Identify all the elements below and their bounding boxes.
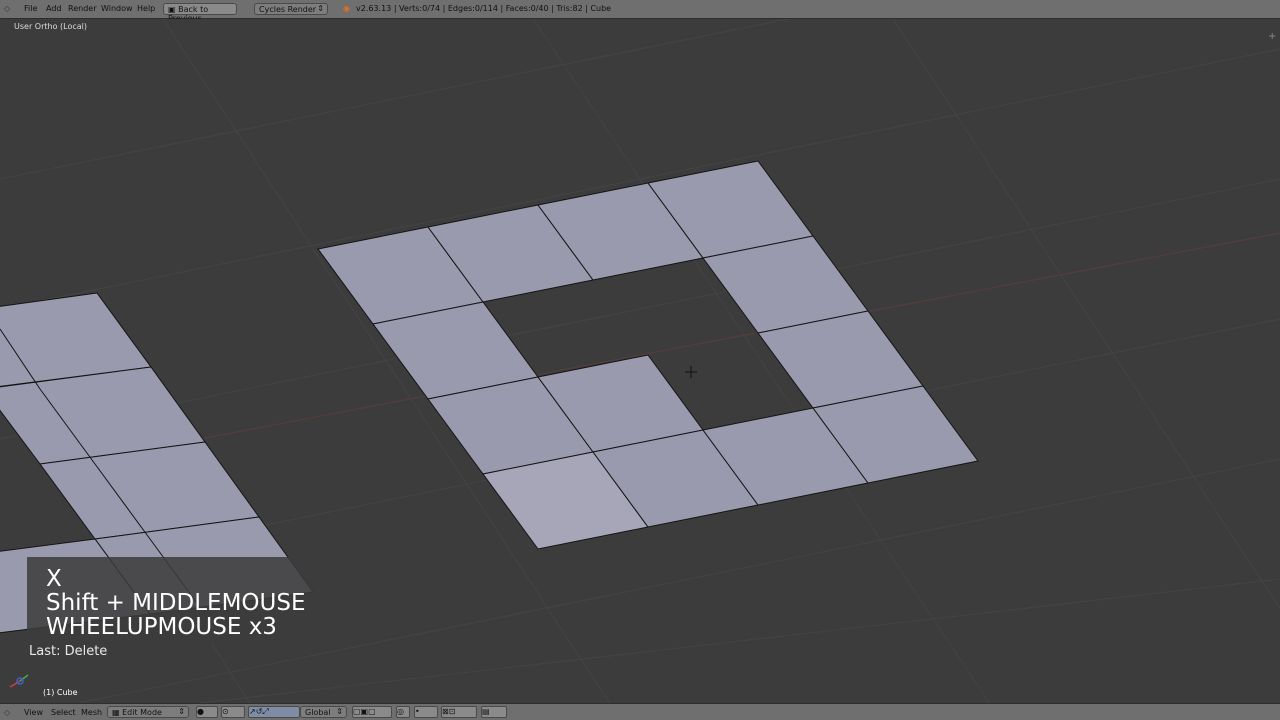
3d-viewport[interactable]: User Ortho (Local) + X Shift + MIDDLEMOU… (0, 19, 1280, 703)
viewport-header: ◇ View Select Mesh ▦ Edit Mode ⇕ ● ⊙ ↗↺⤢… (0, 703, 1280, 720)
region-toggle-icon[interactable]: + (1268, 31, 1276, 42)
key-item: Shift + MIDDLEMOUSE (46, 590, 306, 616)
mode-label: Edit Mode (122, 708, 162, 717)
menu-render[interactable]: Render (68, 4, 96, 13)
screen-icon: ▣ (168, 5, 176, 14)
pivot-point-dropdown[interactable]: ⊙ (221, 706, 245, 718)
camera-icon: ▤ (482, 707, 490, 716)
proportional-icon: ◎ (397, 707, 404, 716)
info-header: ◇ File Add Render Window Help ▣ Back to … (0, 0, 1280, 23)
view-name-label: User Ortho (Local) (14, 22, 87, 31)
snap-icon: ⊠⊡ (442, 707, 456, 716)
updown-arrow-icon: ⇕ (317, 4, 324, 13)
menu-help[interactable]: Help (137, 4, 155, 13)
menu-add[interactable]: Add (46, 4, 62, 13)
keystroke-overlay: X Shift + MIDDLEMOUSE WHEELUPMOUSE x3 (27, 557, 322, 644)
blender-logo-icon: ◉ (343, 4, 350, 13)
axis-gizmo-icon (9, 674, 29, 688)
key-item: WHEELUPMOUSE x3 (46, 614, 277, 640)
key-item: X (46, 566, 62, 592)
updown-arrow-icon: ⇕ (178, 707, 185, 716)
select-mode-buttons[interactable]: • (414, 706, 438, 718)
manipulator-icon: ↗↺⤢ (249, 707, 269, 716)
layers-icon: ▢▣▢ (353, 707, 376, 716)
layer-buttons[interactable]: ▢▣▢ (352, 706, 392, 718)
viewport-shading-dropdown[interactable]: ● (196, 706, 218, 718)
active-object-label: (1) Cube (43, 688, 78, 697)
menu-window[interactable]: Window (101, 4, 133, 13)
proportional-edit-button[interactable]: ◎ (396, 706, 410, 718)
menu-view[interactable]: View (24, 708, 43, 717)
edit-mode-icon: ▦ (112, 708, 120, 717)
back-to-previous-button[interactable]: ▣ Back to Previous (163, 3, 237, 23)
updown-arrow-icon: ⇕ (336, 707, 343, 716)
menu-select[interactable]: Select (51, 708, 76, 717)
orientation-dropdown[interactable]: Global ⇕ (300, 706, 347, 718)
menu-mesh[interactable]: Mesh (81, 708, 102, 717)
manipulator-toggles[interactable]: ↗↺⤢ (248, 706, 300, 718)
scene-stats: v2.63.13 | Verts:0/74 | Edges:0/114 | Fa… (356, 4, 612, 13)
editor-type-icon[interactable]: ◇ (4, 4, 10, 13)
mesh-ring (317, 160, 979, 550)
pivot-icon: ⊙ (222, 707, 229, 716)
mode-dropdown[interactable]: ▦ Edit Mode ⇕ (107, 706, 189, 718)
shading-solid-icon: ● (197, 707, 204, 716)
orientation-label: Global (305, 708, 331, 717)
render-preview-buttons[interactable]: ▤ (481, 706, 507, 718)
snap-buttons[interactable]: ⊠⊡ (441, 706, 477, 718)
menu-file[interactable]: File (24, 4, 37, 13)
3d-cursor-icon (685, 366, 697, 378)
last-operator-label: Last: Delete (29, 644, 108, 659)
render-engine-label: Cycles Render (259, 5, 317, 14)
vertex-select-icon: • (415, 707, 420, 716)
render-engine-dropdown[interactable]: Cycles Render ⇕ (254, 3, 328, 15)
editor-type-icon[interactable]: ◇ (4, 708, 10, 717)
